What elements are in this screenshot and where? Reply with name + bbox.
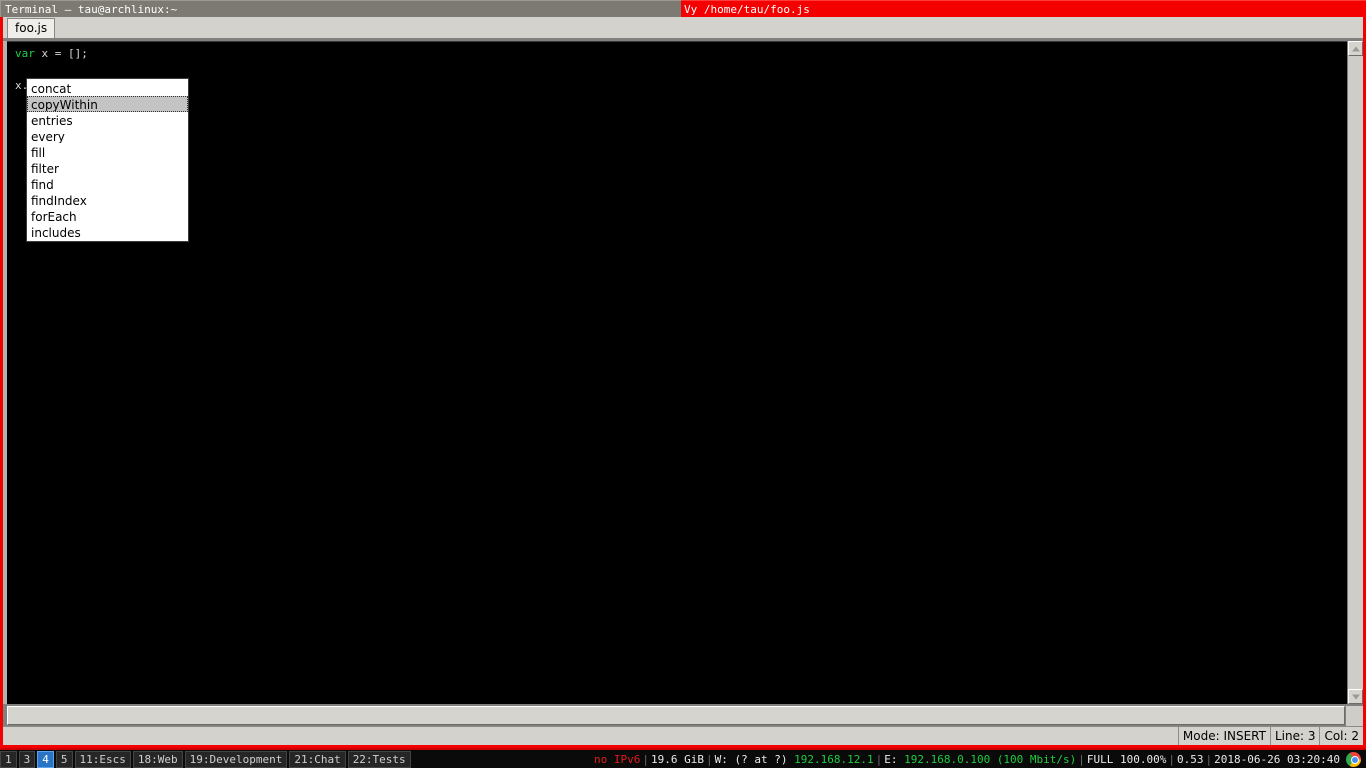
vertical-scrollbar-track[interactable] — [1348, 56, 1363, 689]
status-bar: Mode: INSERT Line: 3 Col: 2 — [3, 726, 1363, 745]
tray-separator: | — [642, 752, 650, 766]
system-tray: no IPv6 | 19.6 GiB | W: (? at ?) 192.168… — [594, 751, 1366, 767]
tray-disk-free: 19.6 GiB — [651, 752, 704, 766]
tray-separator: | — [1078, 752, 1085, 766]
tray-battery: FULL 100.00% — [1086, 752, 1167, 766]
scroll-down-button[interactable] — [1348, 689, 1363, 704]
tray-wifi-ip: 192.168.12.1 — [794, 752, 874, 766]
tray-wifi-label: W: (? at ?) — [714, 752, 788, 766]
workspace-button[interactable]: 5 — [55, 750, 73, 768]
autocomplete-item[interactable]: forEach — [27, 208, 188, 224]
tray-ethernet-ip: 192.168.0.100 — [904, 752, 991, 766]
horizontal-scrollbar-track[interactable] — [7, 706, 1345, 725]
editor-window-frame: foo.js var x = []; x. concat copyWithin … — [0, 17, 1366, 748]
autocomplete-item[interactable]: every — [27, 128, 188, 144]
scroll-up-button[interactable] — [1348, 41, 1363, 56]
workspace-button[interactable]: 22:Tests — [347, 750, 411, 768]
workspace-button[interactable]: 19:Development — [184, 750, 288, 768]
tray-separator: | — [875, 752, 883, 766]
tab-foo-js[interactable]: foo.js — [7, 18, 56, 38]
tray-separator: | — [1205, 752, 1213, 766]
workspace-button-active[interactable]: 4 — [37, 750, 54, 768]
tab-strip: foo.js — [3, 17, 1363, 39]
workspace-button[interactable]: 1 — [0, 750, 17, 768]
vertical-scrollbar[interactable] — [1347, 41, 1363, 704]
autocomplete-item[interactable]: fill — [27, 144, 188, 160]
keyword-var: var — [15, 47, 35, 60]
scrollbar-corner — [1346, 706, 1363, 726]
editor-window-title[interactable]: Vy /home/tau/foo.js — [681, 0, 1366, 17]
editor-window-body: foo.js var x = []; x. concat copyWithin … — [3, 17, 1363, 745]
workspace-button[interactable]: 21:Chat — [289, 750, 346, 768]
autocomplete-item[interactable]: filter — [27, 160, 188, 176]
autocomplete-item[interactable]: entries — [27, 112, 188, 128]
status-col: Col: 2 — [1319, 727, 1363, 745]
tray-datetime: 2018-06-26 03:20:40 — [1214, 752, 1340, 766]
code-editor-canvas[interactable]: var x = []; x. concat copyWithin entries… — [7, 41, 1347, 704]
window-title-bar: Terminal — tau@archlinux:~ Vy /home/tau/… — [0, 0, 1366, 17]
status-bar-filler — [3, 727, 1178, 745]
autocomplete-item[interactable]: includes — [27, 224, 188, 240]
tray-ethernet-speed: (100 Mbit/s) — [996, 752, 1077, 766]
chrome-icon[interactable] — [1346, 751, 1361, 767]
autocomplete-popup[interactable]: concat copyWithin entries every fill fil… — [26, 78, 189, 242]
tray-separator: | — [706, 752, 713, 766]
workspace-button[interactable]: 3 — [18, 750, 36, 768]
code-line-1-rest: x = []; — [34, 47, 88, 60]
tray-ipv6-status: no IPv6 — [594, 752, 641, 766]
autocomplete-item[interactable]: concat — [27, 80, 188, 96]
tray-separator: | — [1168, 752, 1176, 766]
autocomplete-item-selected[interactable]: copyWithin — [27, 96, 188, 112]
workspace-button[interactable]: 11:Escs — [74, 750, 131, 768]
scroll-down-arrow-icon — [1351, 694, 1360, 699]
tray-load-average: 0.53 — [1177, 752, 1204, 766]
scroll-up-arrow-icon — [1351, 46, 1360, 51]
workspace-list: 1 3 4 5 11:Escs 18:Web 19:Development 21… — [0, 750, 413, 768]
status-mode: Mode: INSERT — [1177, 727, 1270, 745]
autocomplete-item[interactable]: find — [27, 176, 188, 192]
workspace-button[interactable]: 18:Web — [132, 750, 183, 768]
autocomplete-item[interactable]: findIndex — [27, 192, 188, 208]
tray-ethernet-label: E: — [884, 752, 898, 766]
terminal-window-title[interactable]: Terminal — tau@archlinux:~ — [0, 0, 681, 17]
code-line-1: var x = []; — [15, 46, 88, 62]
status-line: Line: 3 — [1269, 727, 1320, 745]
editor-area: var x = []; x. concat copyWithin entries… — [3, 39, 1363, 704]
horizontal-scroll-strip[interactable] — [3, 704, 1363, 726]
desktop-taskbar: 1 3 4 5 11:Escs 18:Web 19:Development 21… — [0, 748, 1366, 768]
